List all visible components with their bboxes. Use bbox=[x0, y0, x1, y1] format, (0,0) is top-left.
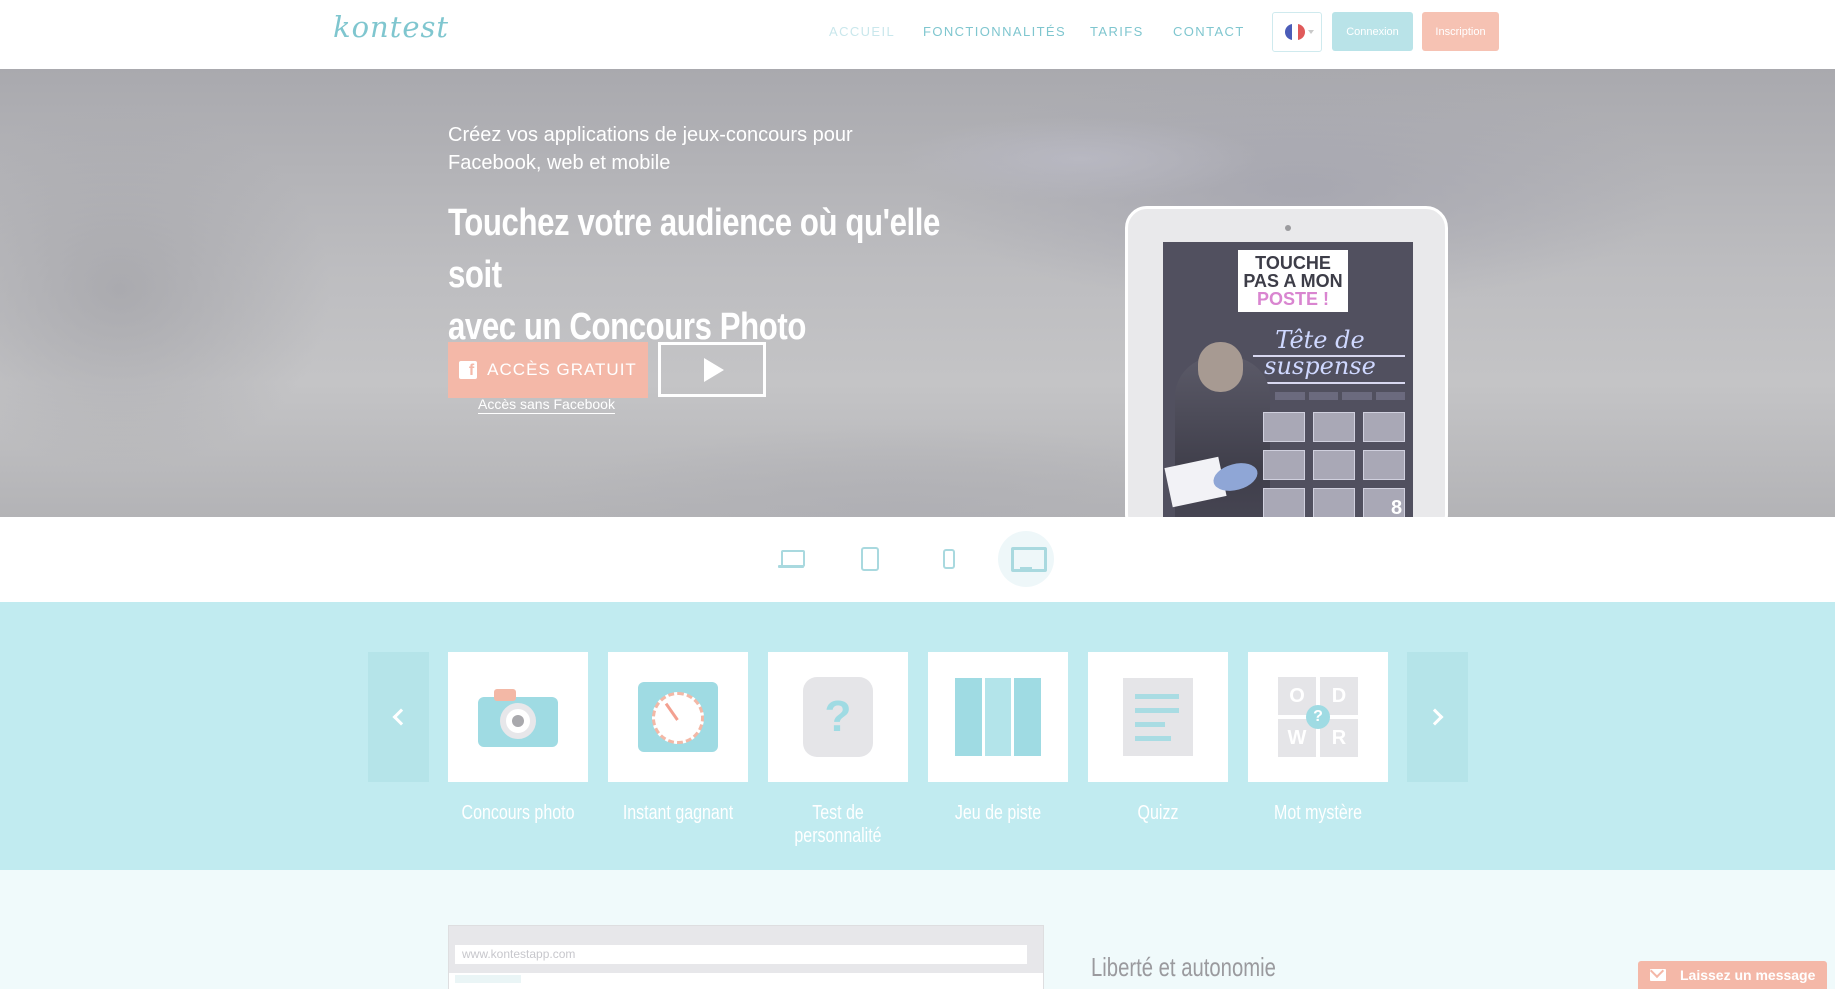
device-tablet-button[interactable] bbox=[842, 531, 898, 587]
question-badge: ? bbox=[1306, 705, 1330, 729]
screen-headline-line-1: Tête de bbox=[1275, 326, 1365, 354]
show-logo: TOUCHE PAS A MON POSTE ! bbox=[1238, 250, 1348, 312]
hero-title: Touchez votre audience où qu'elle soit a… bbox=[448, 197, 940, 353]
feature-label[interactable]: Quizz bbox=[1094, 802, 1222, 825]
top-header: kontest ACCUEIL FONCTIONNALITÉS TARIFS C… bbox=[0, 0, 1835, 69]
clock-icon bbox=[638, 682, 718, 752]
word-grid-icon: O D W R ? bbox=[1278, 677, 1358, 757]
nav-tarifs[interactable]: TARIFS bbox=[1090, 24, 1144, 39]
hero-subtitle: Créez vos applications de jeux-concours … bbox=[448, 124, 853, 174]
freedom-section: www.kontestapp.com Liberté et autonomie bbox=[0, 870, 1835, 989]
show-logo-line-1: TOUCHE bbox=[1255, 253, 1331, 273]
carousel-next-button[interactable] bbox=[1407, 652, 1468, 782]
carousel-prev-button[interactable] bbox=[368, 652, 429, 782]
feature-card-concours-photo[interactable] bbox=[448, 652, 588, 782]
feature-label[interactable]: Test de personnalité bbox=[774, 802, 902, 848]
desktop-icon bbox=[1011, 547, 1047, 572]
feature-card-mot-mystere[interactable]: O D W R ? bbox=[1248, 652, 1388, 782]
personality-icon: ? bbox=[803, 677, 873, 757]
play-icon bbox=[704, 357, 724, 382]
phone-icon bbox=[943, 549, 955, 569]
device-desktop-button[interactable] bbox=[998, 531, 1054, 587]
leave-message-widget[interactable]: Laissez un message bbox=[1638, 961, 1827, 989]
browser-url-bar: www.kontestapp.com bbox=[455, 945, 1027, 964]
show-logo-line-2: PAS A MON bbox=[1243, 271, 1343, 291]
device-phone-button[interactable] bbox=[921, 531, 977, 587]
feature-label[interactable]: Concours photo bbox=[454, 802, 582, 825]
screen-divider bbox=[1253, 382, 1405, 384]
free-access-button[interactable]: f ACCÈS GRATUIT bbox=[448, 342, 648, 398]
leave-message-label: Laissez un message bbox=[1680, 967, 1816, 983]
hero-title-line-1: Touchez votre audience où qu'elle soit bbox=[448, 202, 940, 296]
nav-accueil[interactable]: ACCUEIL bbox=[829, 24, 895, 39]
hero-section: Créez vos applications de jeux-concours … bbox=[0, 69, 1835, 517]
page: kontest ACCUEIL FONCTIONNALITÉS TARIFS C… bbox=[0, 0, 1835, 989]
features-carousel: Concours photo Instant gagnant ? Test de… bbox=[0, 602, 1835, 870]
device-laptop-button[interactable] bbox=[763, 531, 819, 587]
feature-card-jeu-de-piste[interactable] bbox=[928, 652, 1068, 782]
feature-label[interactable]: Mot mystère bbox=[1254, 802, 1382, 825]
signup-button[interactable]: Inscription bbox=[1422, 12, 1499, 51]
photo-grid bbox=[1263, 412, 1408, 517]
host-head bbox=[1198, 342, 1243, 392]
screen-nav bbox=[1275, 392, 1405, 400]
access-without-facebook-link[interactable]: Accès sans Facebook bbox=[478, 396, 615, 414]
facebook-icon: f bbox=[459, 361, 478, 379]
feature-card-instant-gagnant[interactable] bbox=[608, 652, 748, 782]
nav-fonctionnalites[interactable]: FONCTIONNALITÉS bbox=[923, 24, 1066, 39]
channel-number: 8 bbox=[1391, 497, 1403, 517]
feature-card-test-personnalite[interactable]: ? bbox=[768, 652, 908, 782]
feature-label[interactable]: Instant gagnant bbox=[614, 802, 742, 825]
show-logo-line-3: POSTE ! bbox=[1256, 289, 1329, 309]
feature-label[interactable]: Jeu de piste bbox=[934, 802, 1062, 825]
map-icon bbox=[955, 678, 1042, 756]
site-logo[interactable]: kontest bbox=[333, 10, 449, 44]
section-heading: Liberté et autonomie bbox=[1091, 952, 1276, 982]
chevron-right-icon bbox=[1426, 708, 1444, 726]
tablet-camera bbox=[1285, 225, 1291, 231]
browser-tab bbox=[455, 975, 521, 983]
free-access-label: ACCÈS GRATUIT bbox=[487, 360, 637, 379]
envelope-icon bbox=[1650, 969, 1666, 981]
quiz-icon bbox=[1123, 678, 1193, 756]
login-button[interactable]: Connexion bbox=[1332, 12, 1413, 51]
french-flag-icon bbox=[1285, 24, 1305, 40]
caret-down-icon bbox=[1308, 30, 1314, 34]
camera-icon bbox=[478, 687, 558, 747]
video-play-button[interactable] bbox=[658, 342, 766, 397]
tablet-icon bbox=[861, 547, 879, 571]
nav-contact[interactable]: CONTACT bbox=[1173, 24, 1245, 39]
feature-card-quizz[interactable] bbox=[1088, 652, 1228, 782]
tablet-screen: TOUCHE PAS A MON POSTE ! Tête de suspens… bbox=[1163, 242, 1413, 517]
language-selector[interactable] bbox=[1272, 12, 1322, 52]
laptop-icon bbox=[778, 550, 805, 568]
tablet-mockup: TOUCHE PAS A MON POSTE ! Tête de suspens… bbox=[1125, 206, 1448, 517]
browser-body bbox=[449, 973, 1043, 989]
device-selector bbox=[0, 517, 1835, 602]
browser-mockup: www.kontestapp.com bbox=[448, 925, 1044, 989]
chevron-left-icon bbox=[392, 708, 410, 726]
